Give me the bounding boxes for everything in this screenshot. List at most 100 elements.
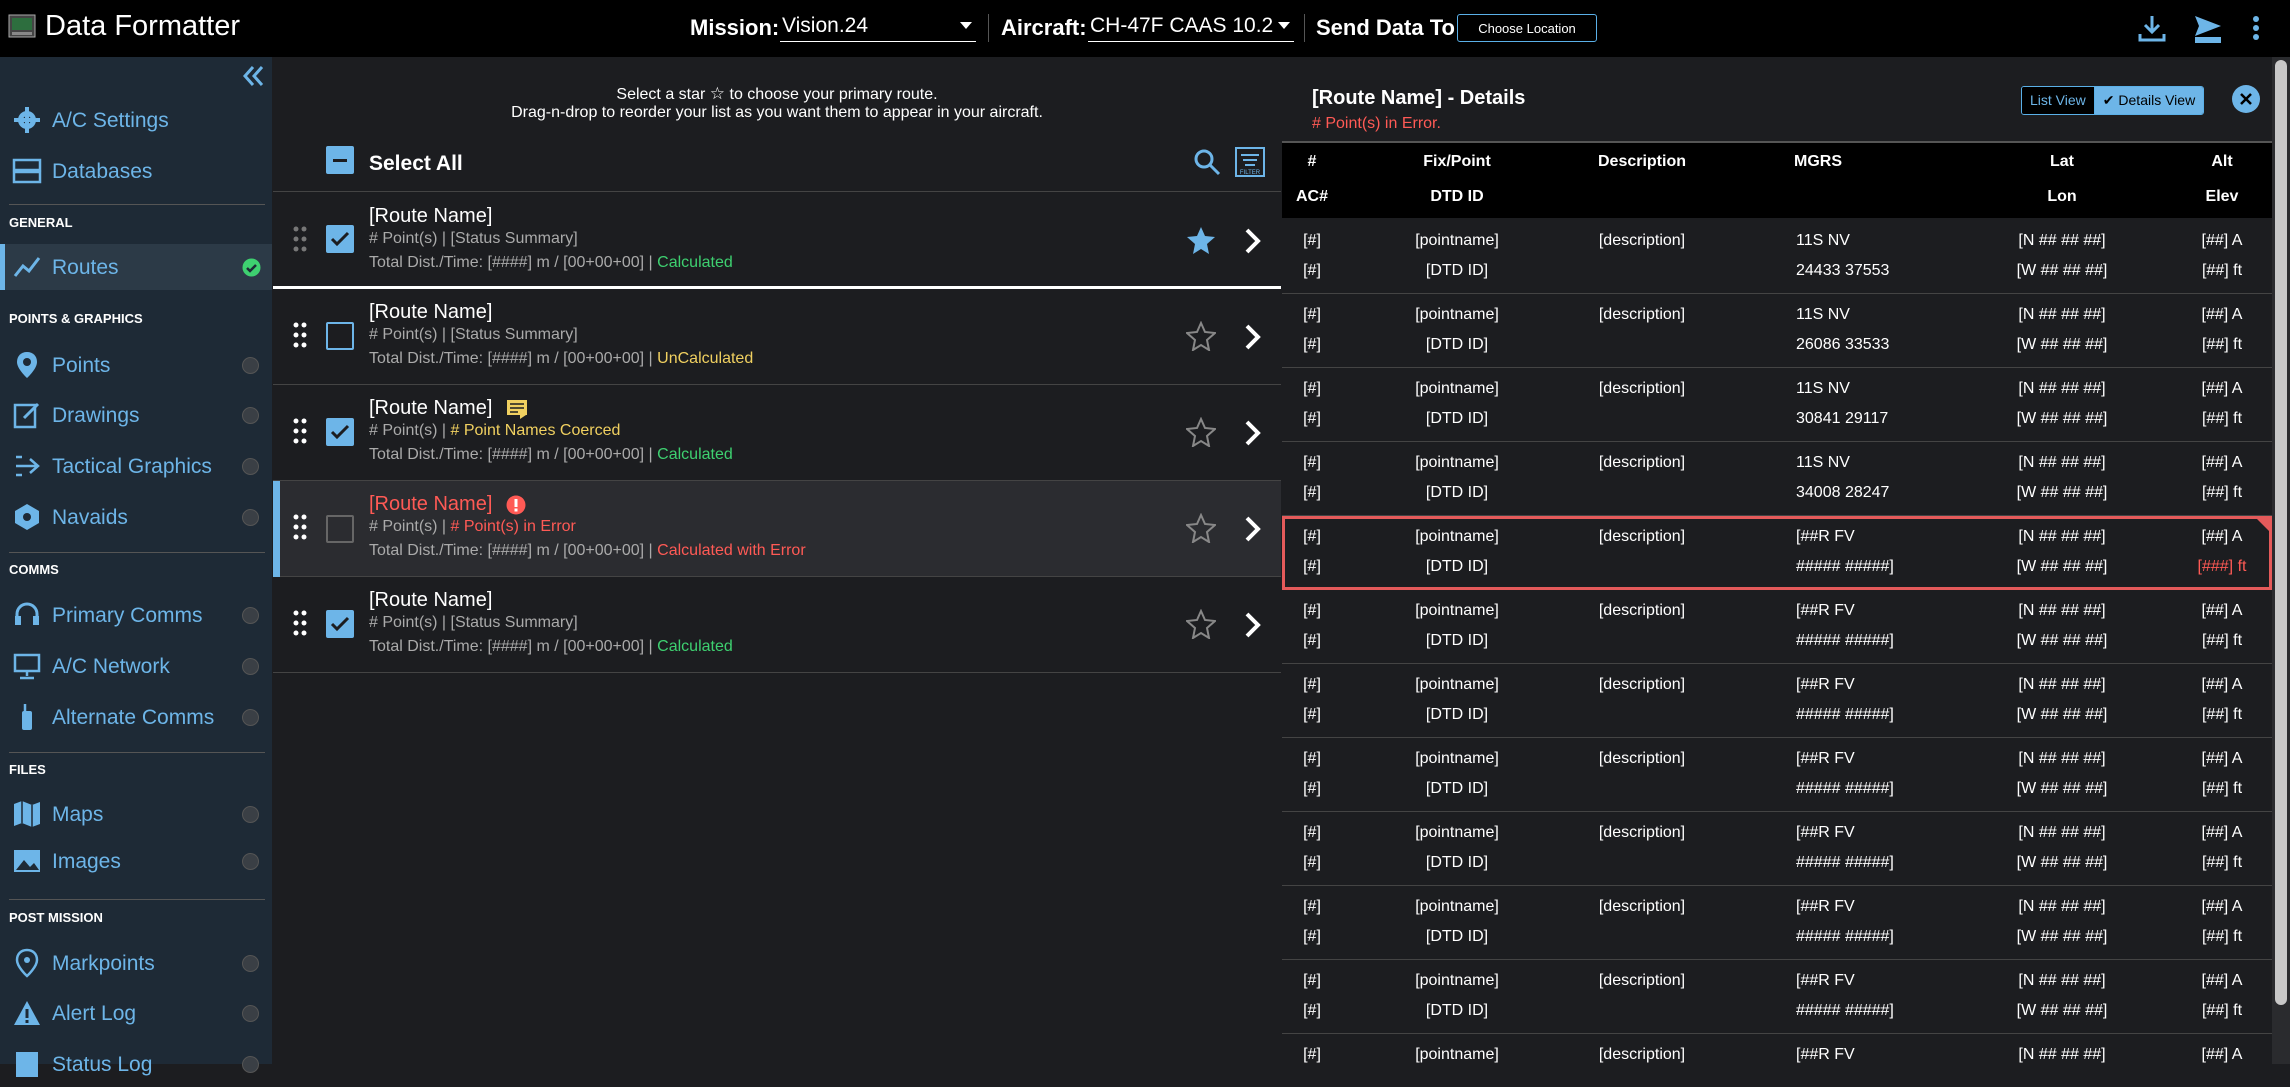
table-row-error[interactable]: [#] [pointname] [description] [##R FV [N ## … bbox=[1282, 516, 2272, 590]
chevron-right-icon[interactable] bbox=[1243, 611, 1263, 639]
star-outline-icon[interactable] bbox=[1186, 609, 1216, 639]
cell-pointname: [pointname] bbox=[1415, 602, 1499, 619]
sidebar-item-drawings[interactable]: Drawings bbox=[0, 392, 272, 438]
app-title: Data Formatter bbox=[45, 10, 240, 42]
star-outline-icon[interactable] bbox=[1186, 417, 1216, 447]
cell-pointname: [pointname] bbox=[1415, 380, 1499, 397]
divider bbox=[988, 14, 989, 42]
drag-handle-icon[interactable] bbox=[293, 418, 307, 444]
cell-pointname: [pointname] bbox=[1415, 750, 1499, 767]
table-row[interactable]: [#] [pointname] [description] 11S NV [N ## #… bbox=[1282, 220, 2272, 294]
search-icon[interactable] bbox=[1193, 148, 1221, 176]
cell-num: [#] bbox=[1303, 380, 1321, 397]
table-row[interactable]: [#] [pointname] [description] [##R FV [N ## … bbox=[1282, 886, 2272, 960]
mission-select[interactable]: Vision.24 bbox=[780, 14, 976, 42]
drag-handle-icon[interactable] bbox=[293, 610, 307, 636]
download-icon[interactable] bbox=[2136, 12, 2168, 44]
cell-num: [#] bbox=[1303, 528, 1321, 545]
chevron-down-icon bbox=[960, 22, 972, 29]
sidebar-item-primary-comms[interactable]: Primary Comms bbox=[0, 592, 272, 638]
cell-num: [#] bbox=[1303, 676, 1321, 693]
cell-elev: [##] ft bbox=[2201, 410, 2243, 427]
route-item-selected[interactable]: [Route Name] # Point(s) | # Point(s) in … bbox=[273, 481, 1281, 577]
route-checkbox[interactable] bbox=[326, 225, 354, 253]
table-row[interactable]: [#] [pointname] [description] 11S NV [N ## #… bbox=[1282, 368, 2272, 442]
collapse-sidebar-icon[interactable] bbox=[240, 63, 266, 89]
cell-lat: [N ## ## ##] bbox=[2018, 676, 2106, 693]
sidebar-item-images[interactable]: Images bbox=[0, 838, 272, 884]
check-circle-icon: ✔ bbox=[2102, 92, 2119, 108]
choose-location-button[interactable]: Choose Location bbox=[1457, 14, 1597, 42]
cell-mgrs-zone: [##R FV bbox=[1796, 824, 1855, 841]
chevron-right-icon[interactable] bbox=[1243, 419, 1263, 447]
sidebar-item-label: Images bbox=[52, 850, 121, 873]
chevron-right-icon[interactable] bbox=[1243, 227, 1263, 255]
cell-elev: [###] ft bbox=[2197, 558, 2247, 575]
sidebar-item-alternate-comms[interactable]: Alternate Comms bbox=[0, 694, 272, 740]
table-row[interactable]: [#] [pointname] [description] [##R FV [N ## … bbox=[1282, 664, 2272, 738]
route-item[interactable]: [Route Name] # Point(s) | [Status Summar… bbox=[273, 193, 1281, 289]
route-checkbox[interactable] bbox=[326, 418, 354, 446]
drag-handle-icon[interactable] bbox=[293, 226, 307, 252]
sidebar-item-alert-log[interactable]: Alert Log bbox=[0, 990, 272, 1036]
sidebar: A/C Settings Databases GENERAL Routes PO… bbox=[0, 57, 272, 1077]
cell-pointname: [pointname] bbox=[1415, 824, 1499, 841]
route-item[interactable]: [Route Name] # Point(s) | # Point Names … bbox=[273, 385, 1281, 481]
cell-lat: [N ## ## ##] bbox=[2018, 750, 2106, 767]
table-row[interactable]: [#] [pointname] [description] [##R FV [N ## … bbox=[1282, 1034, 2272, 1064]
select-all-checkbox[interactable] bbox=[326, 146, 354, 174]
table-row[interactable]: [#] [pointname] [description] [##R FV [N ## … bbox=[1282, 960, 2272, 1034]
table-row[interactable]: [#] [pointname] [description] 11S NV [N ## #… bbox=[1282, 294, 2272, 368]
table-row[interactable]: [#] [pointname] [description] 11S NV [N ## #… bbox=[1282, 442, 2272, 516]
sidebar-item-routes[interactable]: Routes bbox=[0, 244, 272, 290]
route-item[interactable]: [Route Name] # Point(s) | [Status Summar… bbox=[273, 289, 1281, 385]
route-checkbox[interactable] bbox=[326, 515, 354, 543]
more-vertical-icon[interactable] bbox=[2240, 12, 2272, 44]
divider bbox=[9, 899, 265, 900]
star-outline-icon[interactable] bbox=[1186, 321, 1216, 351]
sidebar-item-markpoints[interactable]: Markpoints bbox=[0, 940, 272, 986]
drag-handle-icon[interactable] bbox=[293, 514, 307, 540]
cell-acnum: [#] bbox=[1303, 484, 1321, 501]
sidebar-item-points[interactable]: Points bbox=[0, 342, 272, 388]
send-icon[interactable] bbox=[2192, 12, 2224, 44]
chevron-right-icon[interactable] bbox=[1243, 323, 1263, 351]
star-outline-icon[interactable] bbox=[1186, 513, 1216, 543]
section-files: FILES bbox=[9, 762, 46, 777]
table-row[interactable]: [#] [pointname] [description] [##R FV [N ## … bbox=[1282, 738, 2272, 812]
route-checkbox[interactable] bbox=[326, 322, 354, 350]
route-totals: Total Dist./Time: [####] m / [00+00+00] … bbox=[369, 542, 806, 560]
col-header-alt: Alt bbox=[2211, 153, 2233, 170]
sidebar-item-navaids[interactable]: Navaids bbox=[0, 494, 272, 540]
sidebar-item-maps[interactable]: Maps bbox=[0, 791, 272, 837]
sidebar-item-tactical-graphics[interactable]: Tactical Graphics bbox=[0, 443, 272, 489]
list-view-button[interactable]: List View bbox=[2022, 87, 2095, 114]
aircraft-select[interactable]: CH-47F CAAS 10.2 bbox=[1088, 14, 1294, 42]
cell-alt: [##] A bbox=[2201, 824, 2243, 841]
route-status-text: # Point(s) | [Status Summary] bbox=[369, 230, 578, 247]
image-icon bbox=[14, 850, 40, 872]
drag-handle-icon[interactable] bbox=[293, 322, 307, 348]
cell-elev: [##] ft bbox=[2201, 1002, 2243, 1019]
table-row[interactable]: [#] [pointname] [description] [##R FV [N ## … bbox=[1282, 812, 2272, 886]
details-view-button[interactable]: ✔ Details View bbox=[2094, 87, 2204, 114]
scrollbar-thumb[interactable] bbox=[2275, 60, 2287, 1005]
cell-mgrs-grid: ##### #####] bbox=[1796, 928, 1894, 945]
filter-icon[interactable]: FILTER bbox=[1234, 146, 1266, 178]
table-row[interactable]: [#] [pointname] [description] [##R FV [N ## … bbox=[1282, 590, 2272, 664]
sidebar-item-ac-network[interactable]: A/C Network bbox=[0, 643, 272, 689]
cell-acnum: [#] bbox=[1303, 780, 1321, 797]
route-checkbox[interactable] bbox=[326, 610, 354, 638]
route-status-text: # Point(s) | bbox=[369, 422, 451, 439]
sidebar-item-databases[interactable]: Databases bbox=[0, 148, 272, 194]
route-item[interactable]: [Route Name] # Point(s) | [Status Summar… bbox=[273, 577, 1281, 673]
sidebar-item-status-log[interactable]: Status Log bbox=[0, 1041, 272, 1087]
star-filled-icon[interactable] bbox=[1186, 225, 1216, 255]
cell-alt: [##] A bbox=[2201, 602, 2243, 619]
cell-dtd: [DTD ID] bbox=[1425, 780, 1489, 797]
cell-lon: [W ## ## ##] bbox=[2016, 262, 2108, 279]
chevron-right-icon[interactable] bbox=[1243, 515, 1263, 543]
calc-status: UnCalculated bbox=[657, 350, 754, 367]
close-details-button[interactable] bbox=[2232, 85, 2260, 113]
sidebar-item-ac-settings[interactable]: A/C Settings bbox=[0, 97, 272, 143]
